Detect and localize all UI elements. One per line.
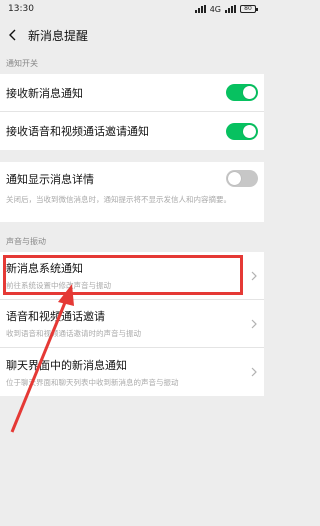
chat-message-sound-sub: 位于聊天界面和聊天列表中收到新消息的声音与振动 [6, 377, 179, 387]
signal-icon [194, 5, 206, 13]
receive-call-invite-toggle[interactable] [226, 122, 258, 140]
chevron-right-icon [251, 367, 257, 377]
receive-message-toggle[interactable] [226, 84, 258, 101]
show-details-toggle[interactable] [226, 170, 258, 187]
call-invite-sound-sub: 收到语音和视频通话邀请时的声音与振动 [6, 329, 141, 338]
toggle-knob [243, 86, 256, 99]
toggle-knob [228, 172, 241, 185]
toggle-knob [243, 124, 256, 138]
chevron-right-icon [251, 271, 257, 280]
battery-icon: 80 [240, 5, 258, 13]
nav-bar: 新消息提醒 [0, 18, 264, 52]
signal-strength-icon [225, 5, 236, 13]
receive-call-invite-row: 接收语音和视频通话邀请通知 [0, 112, 264, 150]
notification-switch-group: 接收新消息通知 接收语音和视频通话邀请通知 [0, 74, 264, 150]
network-type: 4G [209, 4, 221, 14]
system-notification-label: 新消息系统通知 [6, 262, 83, 275]
chevron-right-icon [251, 319, 257, 328]
show-details-label: 通知显示消息详情 [6, 172, 94, 186]
receive-call-invite-label: 接收语音和视频通话邀请通知 [6, 125, 149, 138]
chat-message-sound-label: 聊天界面中的新消息通知 [6, 358, 127, 372]
show-details-block: 通知显示消息详情 关闭后，当收到微信消息时，通知提示将不显示发信人和内容摘要。 [0, 162, 264, 222]
status-bar: 13:30 4G 80 [0, 0, 264, 18]
receive-message-row: 接收新消息通知 [0, 74, 264, 112]
page-title: 新消息提醒 [28, 28, 89, 43]
section-header-notification: 通知开关 [6, 58, 38, 68]
sound-vibration-group: 新消息系统通知 前往系统设置中修改声音与振动 语音和视频通话邀请 收到语音和视频… [0, 252, 264, 396]
status-indicators: 4G 80 [194, 4, 258, 14]
system-notification-sub: 前往系统设置中修改声音与振动 [6, 281, 111, 290]
show-details-row: 通知显示消息详情 [6, 170, 258, 187]
section-header-sound: 声音与振动 [6, 236, 46, 246]
show-details-description: 关闭后，当收到微信消息时，通知提示将不显示发信人和内容摘要。 [6, 195, 231, 204]
back-arrow-icon[interactable] [6, 28, 20, 42]
battery-level: 80 [244, 5, 252, 12]
call-invite-sound-row[interactable]: 语音和视频通话邀请 收到语音和视频通话邀请时的声音与振动 [0, 300, 264, 348]
status-time: 13:30 [8, 4, 34, 14]
chat-message-sound-row[interactable]: 聊天界面中的新消息通知 位于聊天界面和聊天列表中收到新消息的声音与振动 [0, 348, 264, 396]
call-invite-sound-label: 语音和视频通话邀请 [6, 310, 105, 323]
system-notification-row[interactable]: 新消息系统通知 前往系统设置中修改声音与振动 [0, 252, 264, 300]
receive-message-label: 接收新消息通知 [6, 86, 83, 100]
